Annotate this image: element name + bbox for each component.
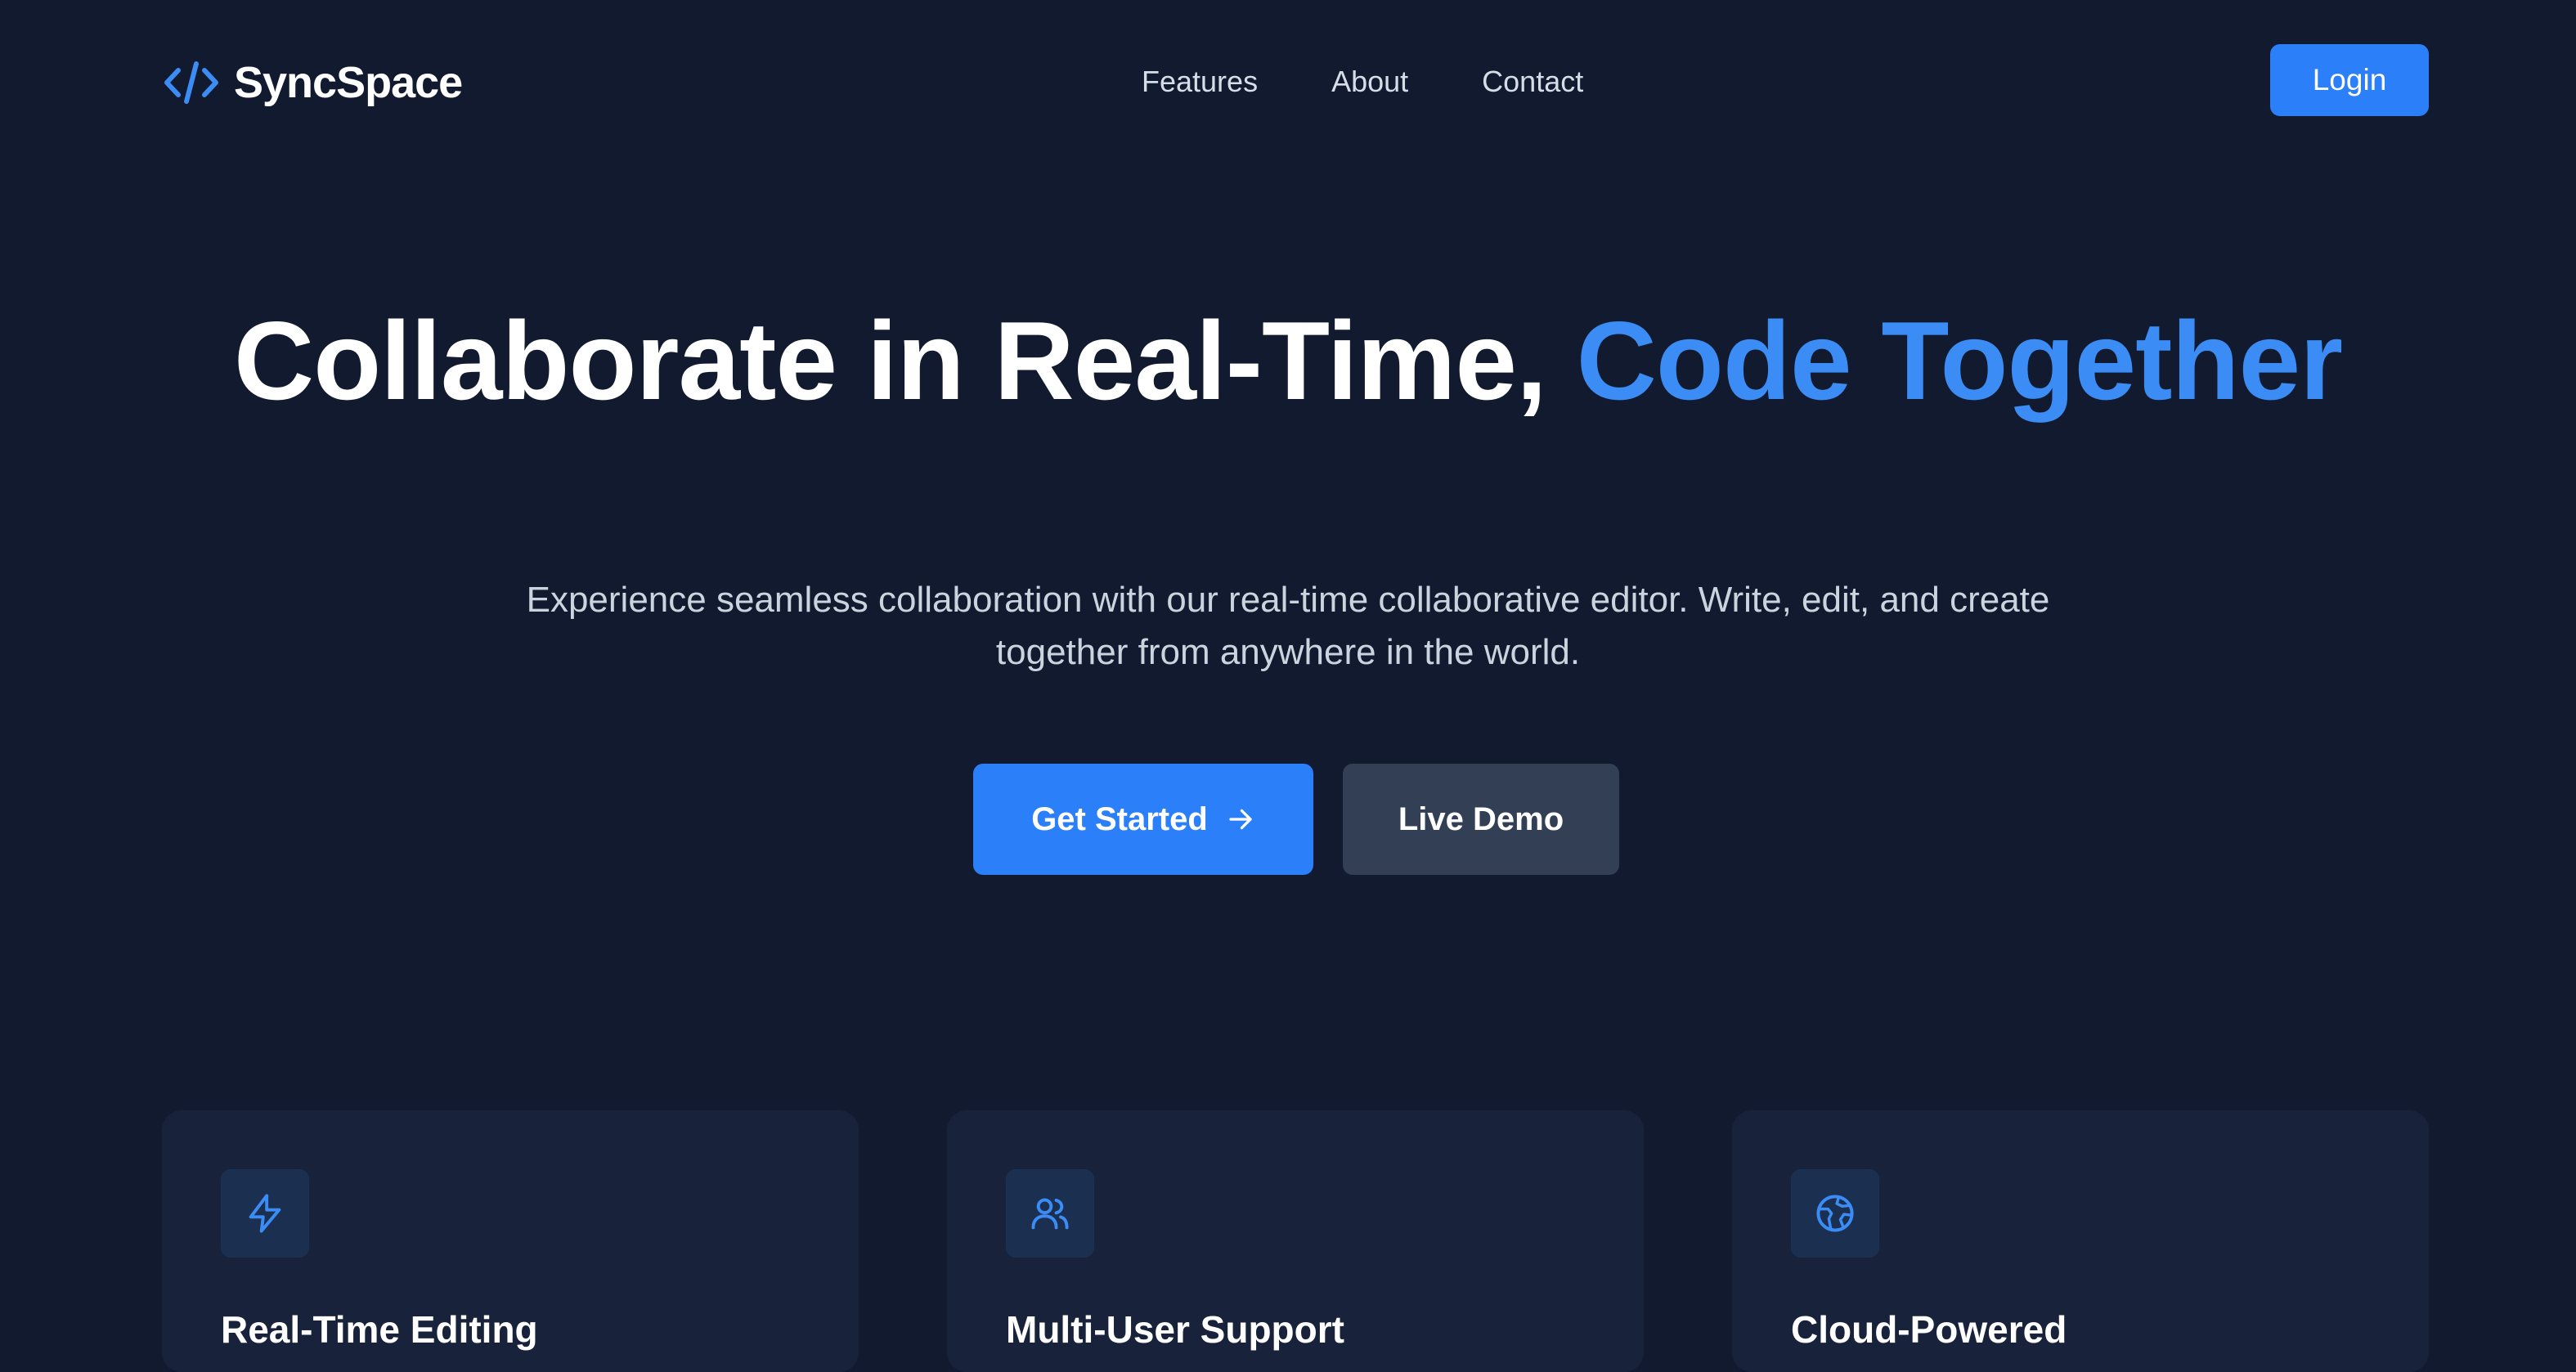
users-icon bbox=[1031, 1198, 1069, 1230]
nav-link-features[interactable]: Features bbox=[1142, 59, 1258, 105]
code-brackets-icon bbox=[164, 61, 218, 104]
feature-title: Multi-User Support bbox=[1006, 1308, 1344, 1351]
live-demo-button[interactable]: Live Demo bbox=[1343, 764, 1619, 875]
feature-card-cloud-powered: Cloud-Powered bbox=[1732, 1110, 2429, 1372]
globe-icon bbox=[1816, 1195, 1854, 1232]
feature-card-multi-user: Multi-User Support bbox=[947, 1110, 1644, 1372]
hero-actions: Get Started Live Demo bbox=[0, 764, 2576, 875]
lightning-icon bbox=[249, 1194, 281, 1233]
feature-title: Cloud-Powered bbox=[1791, 1308, 2067, 1351]
nav-link-contact[interactable]: Contact bbox=[1482, 59, 1583, 105]
hero-title-main: Collaborate in Real-Time, bbox=[233, 298, 1547, 423]
get-started-button[interactable]: Get Started bbox=[973, 764, 1313, 875]
hero-title-accent: Code Together bbox=[1576, 298, 2343, 423]
feature-icon-tile bbox=[1791, 1169, 1879, 1258]
top-navbar: SyncSpace Features About Contact Login bbox=[0, 0, 2576, 164]
brand-logo[interactable]: SyncSpace bbox=[162, 51, 463, 114]
brand-name: SyncSpace bbox=[234, 58, 463, 107]
arrow-right-icon bbox=[1229, 809, 1252, 830]
get-started-label: Get Started bbox=[1031, 800, 1208, 837]
feature-card-realtime-editing: Real-Time Editing bbox=[162, 1110, 859, 1372]
feature-icon-tile bbox=[1006, 1169, 1094, 1258]
hero-subtitle: Experience seamless collaboration with o… bbox=[526, 580, 2050, 672]
hero-title: Collaborate in Real-Time, Code Together bbox=[0, 304, 2576, 417]
login-button[interactable]: Login bbox=[2270, 44, 2429, 116]
feature-icon-tile bbox=[221, 1169, 309, 1258]
feature-title: Real-Time Editing bbox=[221, 1308, 538, 1351]
nav-link-about[interactable]: About bbox=[1331, 59, 1408, 105]
